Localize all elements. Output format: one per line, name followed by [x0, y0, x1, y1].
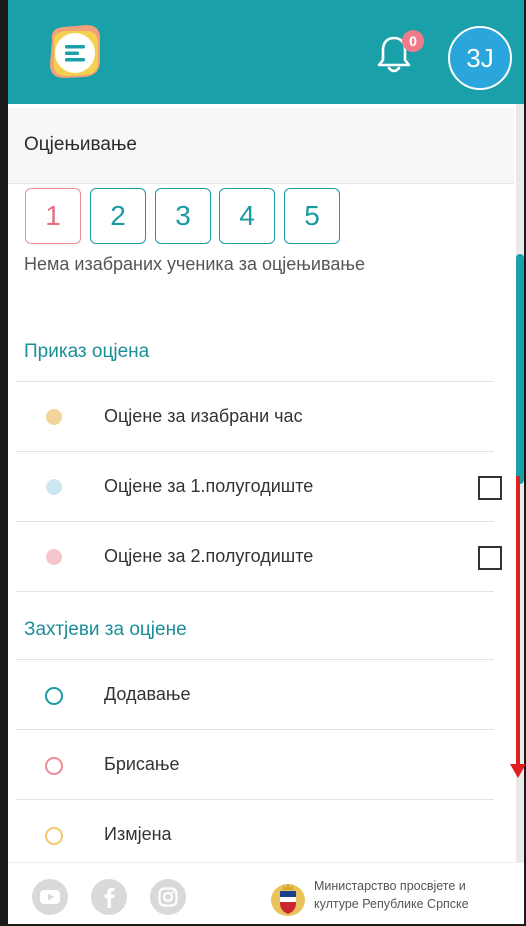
divider — [16, 591, 494, 592]
pink-dot-icon — [46, 549, 62, 565]
second-semester-checkbox[interactable] — [478, 546, 502, 570]
grade-button-5[interactable]: 5 — [284, 188, 340, 244]
notification-badge: 0 — [402, 30, 424, 52]
ministry-line-2: културе Републике Српске — [314, 897, 469, 911]
scroll-arrow-line — [516, 476, 520, 766]
list-item-label: Додавање — [104, 684, 191, 704]
yellow-circle-icon — [45, 827, 63, 845]
pink-circle-icon — [45, 757, 63, 775]
list-item-add[interactable]: Додавање — [16, 659, 494, 729]
grade-button-3[interactable]: 3 — [155, 188, 211, 244]
list-item-first-semester[interactable]: Оцјене за 1.полугодиште — [16, 451, 502, 521]
list-item-edit[interactable]: Измјена — [16, 799, 494, 864]
yellow-dot-icon — [46, 409, 62, 425]
grade-requests-title: Захтјеви за оцјене — [24, 619, 187, 640]
avatar[interactable]: 3J — [448, 26, 512, 90]
main-content: Оцјењивање 1 2 3 4 5 Нема изабраних учен… — [8, 104, 516, 864]
list-item-label: Оцјене за изабрани час — [104, 406, 303, 426]
instagram-icon[interactable] — [150, 879, 186, 915]
ministry-text: Министарство просвјете и културе Републи… — [314, 877, 469, 913]
grading-title: Оцјењивање — [24, 134, 137, 155]
first-semester-checkbox[interactable] — [478, 476, 502, 500]
grade-button-2[interactable]: 2 — [90, 188, 146, 244]
footer: Министарство просвјете и културе Републи… — [8, 862, 524, 924]
list-item-label: Оцјене за 1.полугодиште — [104, 476, 314, 496]
grade-display-title: Приказ оцјена — [24, 341, 150, 362]
grading-section-header: Оцјењивање — [8, 108, 514, 184]
list-item-second-semester[interactable]: Оцјене за 2.полугодиште — [16, 521, 502, 591]
scroll-arrow-head — [510, 764, 526, 778]
empty-message: Нема изабраних ученика за оцјењивање — [24, 254, 365, 274]
list-item-label: Измјена — [104, 824, 172, 844]
youtube-icon[interactable] — [32, 879, 68, 915]
app-header: 0 3J — [8, 0, 524, 104]
list-item-label: Брисање — [104, 754, 180, 774]
menu-logo-icon[interactable] — [42, 20, 106, 84]
grade-button-1[interactable]: 1 — [25, 188, 81, 244]
list-item-selected-class[interactable]: Оцјене за изабрани час — [16, 381, 494, 451]
scrollbar-thumb[interactable] — [516, 254, 524, 484]
grade-button-4[interactable]: 4 — [219, 188, 275, 244]
coat-of-arms-icon — [271, 884, 305, 916]
teal-circle-icon — [45, 687, 63, 705]
ministry-line-1: Министарство просвјете и — [314, 879, 466, 893]
list-item-delete[interactable]: Брисање — [16, 729, 494, 799]
list-item-label: Оцјене за 2.полугодиште — [104, 546, 314, 566]
facebook-icon[interactable] — [91, 879, 127, 915]
blue-dot-icon — [46, 479, 62, 495]
